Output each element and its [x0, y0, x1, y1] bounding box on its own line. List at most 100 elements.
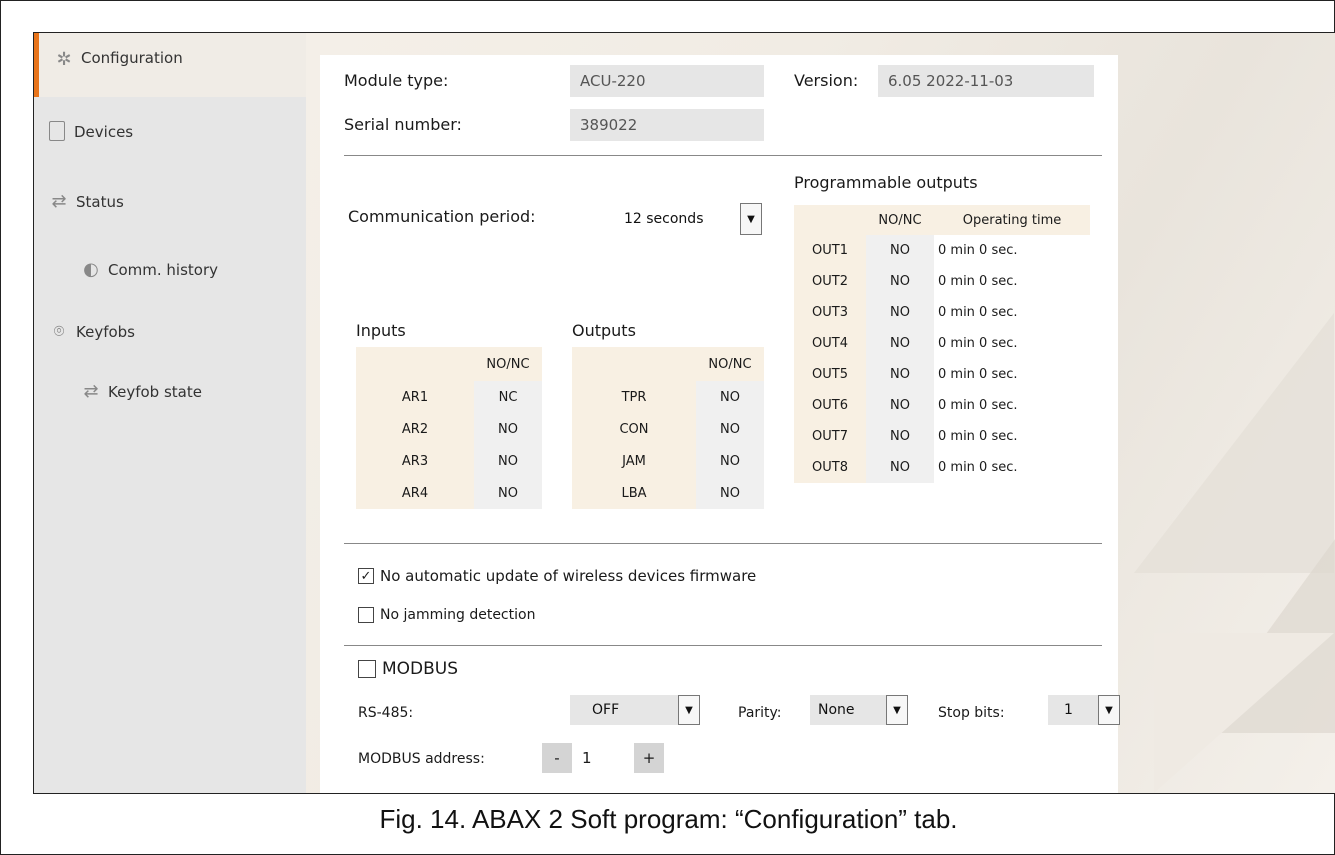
- comm-history-icon: ◐: [83, 259, 99, 280]
- sidebar-item-configuration[interactable]: ✲ Configuration: [34, 33, 306, 97]
- table-row: OUT6 NO 0 min 0 sec.: [794, 390, 1090, 421]
- table-header: NO/NC: [696, 347, 764, 381]
- stop-bits-label: Stop bits:: [938, 705, 1005, 721]
- chevron-down-icon[interactable]: ▼: [1098, 695, 1120, 725]
- parity-label: Parity:: [738, 705, 782, 721]
- configuration-panel: Module type: ACU-220 Version: 6.05 2022-…: [320, 55, 1120, 793]
- chevron-down-icon[interactable]: ▼: [678, 695, 700, 725]
- input-name: AR4: [356, 477, 474, 509]
- output-name: OUT4: [794, 328, 866, 359]
- table-row: OUT2 NO 0 min 0 sec.: [794, 266, 1090, 297]
- decrement-button[interactable]: -: [542, 743, 572, 773]
- programmable-outputs-table: NO/NC Operating time OUT1 NO 0 min 0 sec…: [794, 205, 1090, 483]
- operating-time[interactable]: 0 min 0 sec.: [934, 452, 1090, 483]
- modbus-checkbox[interactable]: MODBUS: [358, 659, 458, 679]
- modbus-label: MODBUS: [382, 659, 459, 679]
- output-name: OUT3: [794, 297, 866, 328]
- sidebar-item-label: Status: [76, 193, 124, 211]
- output-nonc[interactable]: NO: [866, 235, 934, 266]
- table-row: AR4 NO: [356, 477, 542, 509]
- checkbox-unchecked-icon[interactable]: [358, 607, 374, 623]
- operating-time[interactable]: 0 min 0 sec.: [934, 390, 1090, 421]
- modbus-address-label: MODBUS address:: [358, 751, 485, 767]
- table-row: OUT4 NO 0 min 0 sec.: [794, 328, 1090, 359]
- sidebar-item-label: Devices: [74, 123, 134, 141]
- sidebar-item-comm-history[interactable]: ◐ Comm. history: [80, 259, 218, 281]
- outputs-table: NO/NC TPR NO CON NO JAM NO LBA NO: [572, 347, 764, 509]
- increment-button[interactable]: +: [634, 743, 664, 773]
- inputs-title: Inputs: [356, 321, 406, 340]
- output-nonc[interactable]: NO: [696, 381, 764, 413]
- divider: [344, 155, 1102, 156]
- parity-select[interactable]: None ▼: [810, 695, 908, 725]
- input-nonc[interactable]: NO: [474, 477, 542, 509]
- output-nonc[interactable]: NO: [866, 328, 934, 359]
- operating-time[interactable]: 0 min 0 sec.: [934, 421, 1090, 452]
- table-row: OUT1 NO 0 min 0 sec.: [794, 235, 1090, 266]
- operating-time[interactable]: 0 min 0 sec.: [934, 297, 1090, 328]
- rs485-select[interactable]: OFF ▼: [570, 695, 700, 725]
- input-name: AR2: [356, 413, 474, 445]
- serial-number-label: Serial number:: [344, 115, 462, 134]
- output-nonc[interactable]: NO: [866, 452, 934, 483]
- operating-time[interactable]: 0 min 0 sec.: [934, 328, 1090, 359]
- output-name: OUT2: [794, 266, 866, 297]
- operating-time[interactable]: 0 min 0 sec.: [934, 266, 1090, 297]
- sidebar-item-devices[interactable]: Devices: [46, 121, 133, 143]
- output-nonc[interactable]: NO: [696, 477, 764, 509]
- output-nonc[interactable]: NO: [866, 390, 934, 421]
- output-nonc[interactable]: NO: [866, 297, 934, 328]
- serial-number-field: 389022: [570, 109, 764, 141]
- input-nonc[interactable]: NO: [474, 413, 542, 445]
- output-nonc[interactable]: NO: [866, 359, 934, 390]
- table-row: AR2 NO: [356, 413, 542, 445]
- operating-time[interactable]: 0 min 0 sec.: [934, 359, 1090, 390]
- rs485-value: OFF: [592, 702, 620, 718]
- input-nonc[interactable]: NO: [474, 445, 542, 477]
- figure-frame: ✲ Configuration Devices ⇄ Status ◐ Comm.…: [0, 0, 1335, 855]
- module-type-field: ACU-220: [570, 65, 764, 97]
- version-label: Version:: [794, 71, 859, 90]
- checkbox-unchecked-icon[interactable]: [358, 660, 376, 678]
- table-header-blank: [794, 205, 866, 235]
- outputs-title: Outputs: [572, 321, 636, 340]
- output-name: OUT5: [794, 359, 866, 390]
- communication-period-label: Communication period:: [348, 207, 536, 226]
- output-name: JAM: [572, 445, 696, 477]
- checkbox-checked-icon[interactable]: ✓: [358, 568, 374, 584]
- output-nonc[interactable]: NO: [696, 445, 764, 477]
- input-name: AR3: [356, 445, 474, 477]
- status-icon: ⇄: [51, 191, 67, 212]
- table-header-blank: [572, 347, 696, 381]
- table-row: AR3 NO: [356, 445, 542, 477]
- no-jamming-detection-checkbox[interactable]: No jamming detection: [358, 607, 535, 623]
- table-header: Operating time: [934, 205, 1090, 235]
- communication-period-select[interactable]: 12 seconds ▼: [618, 203, 762, 235]
- no-auto-update-checkbox[interactable]: ✓ No automatic update of wireless device…: [358, 567, 756, 585]
- chevron-down-icon[interactable]: ▼: [740, 203, 762, 235]
- output-nonc[interactable]: NO: [866, 266, 934, 297]
- sidebar-item-status[interactable]: ⇄ Status: [48, 191, 124, 213]
- sidebar-item-keyfob-state[interactable]: ⇄ Keyfob state: [80, 381, 202, 403]
- configuration-icon: ✲: [56, 49, 72, 70]
- chevron-down-icon[interactable]: ▼: [886, 695, 908, 725]
- operating-time[interactable]: 0 min 0 sec.: [934, 235, 1090, 266]
- version-field: 6.05 2022-11-03: [878, 65, 1094, 97]
- background-decoration: [1154, 633, 1334, 793]
- table-header: NO/NC: [474, 347, 542, 381]
- output-name: CON: [572, 413, 696, 445]
- divider: [344, 543, 1102, 544]
- output-name: TPR: [572, 381, 696, 413]
- table-row: OUT8 NO 0 min 0 sec.: [794, 452, 1090, 483]
- sidebar-item-keyfobs[interactable]: ⌾ Keyfobs: [48, 321, 135, 343]
- stop-bits-select[interactable]: 1 ▼: [1048, 695, 1120, 725]
- output-nonc[interactable]: NO: [696, 413, 764, 445]
- table-row: OUT5 NO 0 min 0 sec.: [794, 359, 1090, 390]
- output-name: OUT6: [794, 390, 866, 421]
- modbus-address-value[interactable]: 1: [582, 749, 592, 767]
- output-nonc[interactable]: NO: [866, 421, 934, 452]
- input-nonc[interactable]: NC: [474, 381, 542, 413]
- no-jamming-detection-label: No jamming detection: [380, 607, 536, 623]
- app-window: ✲ Configuration Devices ⇄ Status ◐ Comm.…: [33, 32, 1335, 794]
- keyfobs-icon: ⌾: [53, 321, 65, 342]
